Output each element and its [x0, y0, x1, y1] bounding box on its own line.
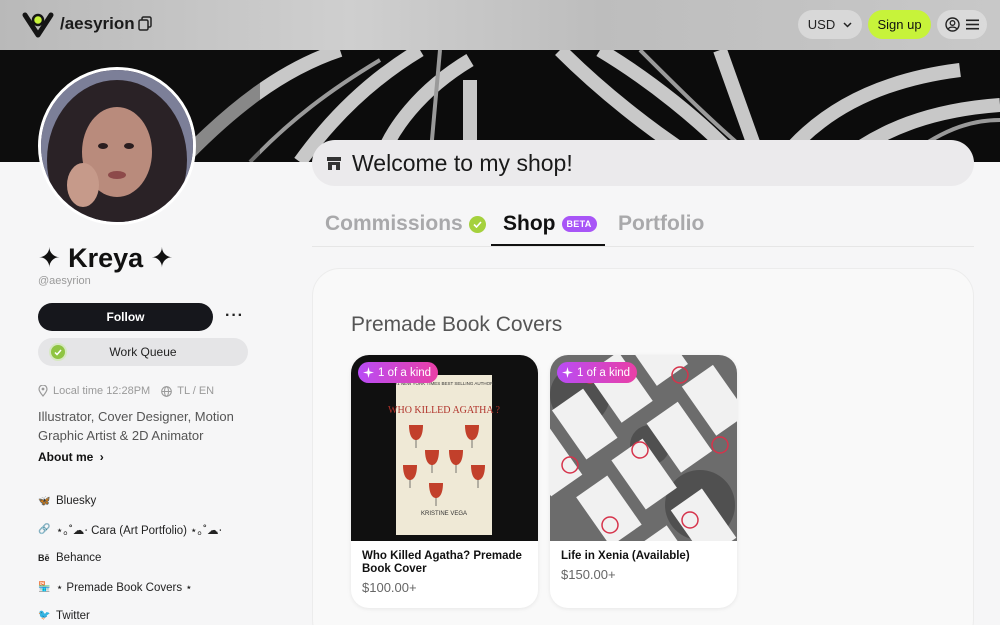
currency-label: USD: [807, 17, 836, 32]
chevron-down-icon: [843, 21, 852, 28]
product-card[interactable]: #1 NEW YORK TIMES BEST SELLING AUTHOR WH…: [351, 355, 538, 608]
chevron-right-icon: ›: [99, 450, 104, 464]
tab-label: Shop: [503, 212, 556, 235]
twitter-icon: 🐦: [38, 610, 51, 622]
link-label: Bluesky: [56, 495, 97, 508]
beta-badge: BETA: [561, 216, 597, 232]
top-bar: /aesyrion USD Sign up: [0, 0, 1000, 50]
sign-up-button[interactable]: Sign up: [868, 10, 931, 39]
link-bluesky[interactable]: 🦋 Bluesky: [38, 487, 222, 516]
link-premade-book-covers[interactable]: 🏪 ⋆ Premade Book Covers ⋆: [38, 573, 222, 602]
product-price: $150.00+: [561, 567, 616, 582]
account-menu-button[interactable]: [937, 10, 987, 39]
profile-username: @aesyrion: [38, 275, 91, 287]
one-of-a-kind-badge: 1 of a kind: [557, 362, 638, 383]
link-label: ⋆ Premade Book Covers ⋆: [56, 582, 193, 595]
product-title: Who Killed Agatha? Premade Book Cover: [362, 550, 522, 575]
shop-panel: Premade Book Covers #1 NEW YORK TIMES BE…: [312, 268, 974, 625]
link-behance[interactable]: Bē Behance: [38, 544, 222, 573]
sparkle-icon: [363, 367, 374, 378]
profile-name: ✦ Kreya ✦: [38, 243, 174, 273]
profile-links: 🦋 Bluesky 🔗 ⋆｡˚☁︎⋅ Cara (Art Portfolio) …: [38, 487, 222, 625]
about-me-link[interactable]: About me ›: [38, 450, 104, 464]
shop-welcome-banner: Welcome to my shop!: [312, 140, 974, 186]
sparkle-icon: [562, 367, 573, 378]
storefront-icon: [327, 156, 341, 170]
location-pin-icon: [38, 385, 48, 397]
one-of-a-kind-badge: 1 of a kind: [358, 362, 439, 383]
about-me-label: About me: [38, 450, 94, 464]
product-title: Life in Xenia (Available): [561, 550, 690, 562]
local-time: Local time 12:28PM: [53, 385, 151, 397]
currency-selector[interactable]: USD: [798, 10, 862, 39]
profile-meta: Local time 12:28PM TL / EN: [38, 385, 214, 397]
cover-title: WHO KILLED AGATHA ?: [388, 405, 500, 416]
tab-portfolio[interactable]: Portfolio: [618, 212, 704, 236]
cover-author: KRISTINE VEGA: [421, 511, 467, 517]
link-label: Behance: [56, 552, 102, 565]
avatar-image: [41, 70, 193, 222]
follow-button[interactable]: Follow: [38, 303, 213, 331]
copy-icon[interactable]: [138, 16, 152, 31]
tab-commissions[interactable]: Commissions: [325, 212, 486, 236]
user-circle-icon: [945, 17, 960, 32]
work-queue-button[interactable]: Work Queue: [38, 338, 248, 366]
languages: TL / EN: [177, 385, 215, 397]
shop-icon: 🏪: [38, 581, 51, 593]
logo-icon[interactable]: [22, 10, 54, 38]
badge-label: 1 of a kind: [577, 366, 631, 379]
check-circle-icon: [468, 215, 486, 233]
link-cara[interactable]: 🔗 ⋆｡˚☁︎⋅ Cara (Art Portfolio) ⋆｡˚☁︎⋅: [38, 516, 222, 545]
profile-tabs: Commissions Shop BETA Portfolio: [312, 205, 974, 247]
link-icon: 🔗: [38, 524, 51, 536]
link-label: ⋆｡˚☁︎⋅ Cara (Art Portfolio) ⋆｡˚☁︎⋅: [56, 524, 223, 537]
product-price: $100.00+: [362, 580, 417, 595]
profile-bio: Illustrator, Cover Designer, Motion Grap…: [38, 409, 234, 443]
profile-avatar: [38, 67, 196, 225]
check-circle-icon: [49, 343, 67, 361]
product-card[interactable]: 1 of a kind Life in Xenia (Available) $1…: [550, 355, 737, 608]
tab-label: Portfolio: [618, 212, 705, 235]
link-twitter[interactable]: 🐦 Twitter: [38, 601, 222, 625]
butterfly-icon: 🦋: [38, 495, 51, 507]
active-tab-indicator: [491, 244, 605, 246]
welcome-text: Welcome to my shop!: [352, 149, 573, 176]
tab-shop[interactable]: Shop BETA: [503, 212, 597, 236]
more-options-button[interactable]: ···: [225, 307, 244, 325]
globe-icon: [161, 385, 173, 397]
tab-label: Commissions: [325, 212, 463, 235]
badge-label: 1 of a kind: [378, 366, 432, 379]
work-queue-label: Work Queue: [109, 345, 177, 359]
behance-icon: Bē: [38, 553, 50, 564]
section-title: Premade Book Covers: [351, 313, 563, 336]
profile-handle[interactable]: /aesyrion: [60, 14, 135, 34]
hamburger-menu-icon: [966, 19, 979, 30]
link-label: Twitter: [56, 609, 90, 622]
